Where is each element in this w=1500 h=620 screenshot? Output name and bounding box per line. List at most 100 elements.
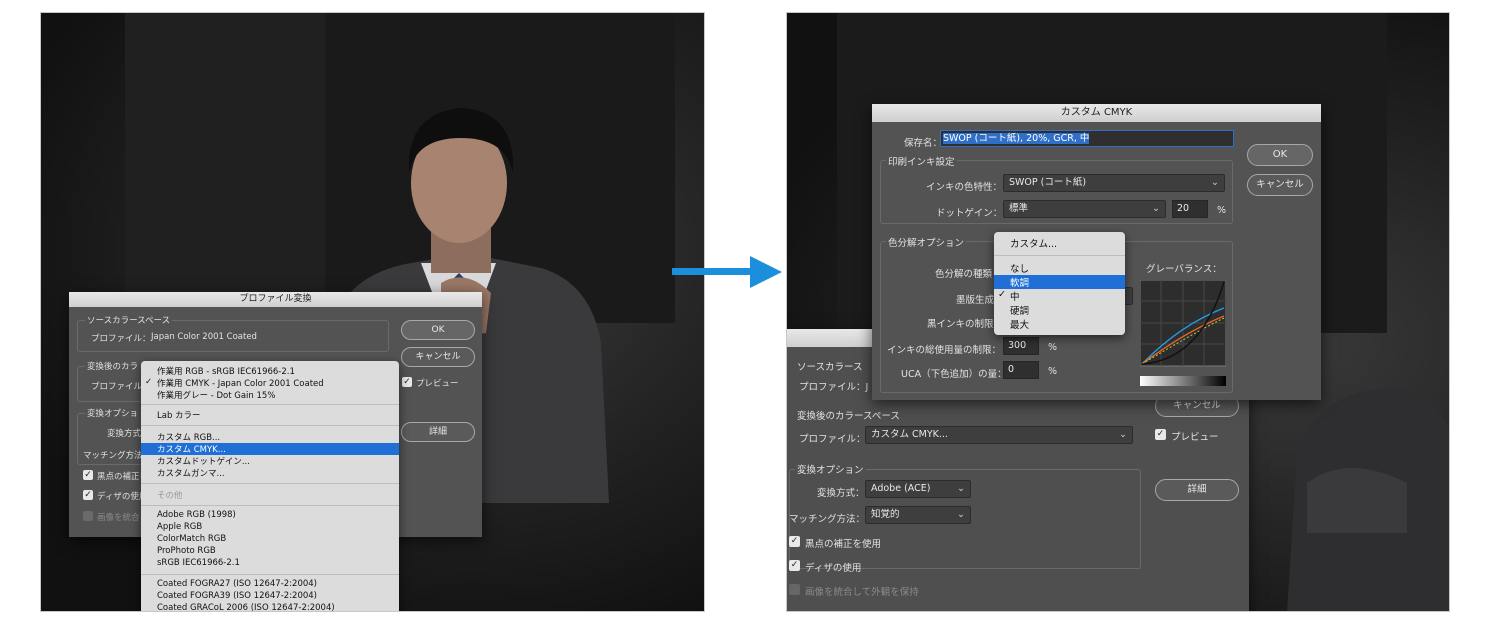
dest-profile-label: プロファイル	[91, 382, 143, 392]
menu-item-fogra39[interactable]: Coated FOGRA39 (ISO 12647-2:2004)	[141, 591, 399, 603]
dot-gain-select[interactable]: 標準 ⌄	[1003, 200, 1166, 218]
behind-dither-label: ディザの使用	[805, 563, 862, 574]
menu-item-working-cmyk[interactable]: ✓ 作業用 CMYK - Japan Color 2001 Coated	[141, 377, 399, 389]
chevron-down-icon: ⌄	[1152, 203, 1160, 214]
menu-item-light[interactable]: 軟調	[994, 275, 1125, 289]
menu-item-heavy[interactable]: 硬調	[994, 303, 1125, 317]
menu-item-lab[interactable]: Lab カラー	[141, 409, 399, 421]
behind-method-select[interactable]: Adobe (ACE) ⌄	[865, 480, 971, 498]
blackpoint-checkbox[interactable]: ✓	[83, 470, 93, 480]
menu-item-medium[interactable]: ✓ 中	[994, 289, 1125, 303]
dither-label: ディザの使用	[97, 492, 148, 502]
behind-flatten-checkbox[interactable]	[789, 584, 800, 595]
arrow-right-icon	[672, 256, 782, 288]
behind-advanced-button[interactable]: 詳細	[1155, 479, 1239, 501]
total-ink-label: インキの総使用量の制限：	[887, 345, 1002, 356]
behind-dest-group: 変換後のカラースペース	[797, 411, 900, 422]
black-gen-label: 墨版生成	[956, 295, 995, 306]
behind-flatten-label: 画像を統合して外観を保持	[805, 587, 919, 598]
profile-dropdown-menu: 作業用 RGB - sRGB IEC61966-2.1 ✓ 作業用 CMYK - …	[141, 361, 399, 611]
dot-gain-label: ドットゲイン：	[936, 208, 1003, 219]
ink-colors-label: インキの色特性：	[926, 182, 1003, 193]
left-screenshot: プロファイル変換 ソースカラースペース プロファイル： Japan Color …	[40, 12, 705, 612]
behind-preview-label: プレビュー	[1171, 432, 1219, 443]
menu-item-custom-dotgain[interactable]: カスタムドットゲイン...	[141, 455, 399, 467]
behind-preview-checkbox[interactable]: ✓	[1155, 429, 1166, 440]
uca-unit: %	[1048, 366, 1058, 377]
total-ink-input[interactable]: 300	[1003, 337, 1039, 355]
options-group-title: 変換オプショ	[85, 407, 141, 419]
source-profile-label: プロファイル：	[91, 334, 151, 344]
behind-intent-label: マッチング方法：	[789, 514, 866, 525]
method-label: 変換方式	[107, 429, 142, 439]
menu-item-apple-rgb[interactable]: Apple RGB	[141, 522, 399, 534]
dialog-title: プロファイル変換	[239, 294, 312, 304]
behind-intent-select[interactable]: 知覚的 ⌄	[865, 506, 971, 524]
menu-separator	[141, 483, 399, 484]
flatten-checkbox[interactable]	[83, 511, 93, 521]
total-ink-unit: %	[1048, 342, 1058, 353]
behind-source-group: ソースカラース	[797, 362, 863, 373]
menu-separator	[141, 505, 399, 506]
menu-item-custom-cmyk[interactable]: カスタム CMYK...	[141, 443, 399, 455]
behind-blackpoint-checkbox[interactable]: ✓	[789, 536, 800, 547]
chevron-down-icon: ⌄	[1119, 429, 1127, 440]
uca-label: UCA（下色追加）の量：	[901, 369, 1007, 380]
name-label: 保存名：	[904, 138, 943, 149]
menu-item-prophoto-rgb[interactable]: ProPhoto RGB	[141, 546, 399, 558]
cancel-button[interactable]: キャンセル	[401, 347, 475, 367]
behind-dest-profile-select[interactable]: カスタム CMYK... ⌄	[865, 426, 1133, 444]
gray-balance-graph	[1140, 280, 1226, 386]
uca-input[interactable]: 0	[1003, 361, 1039, 379]
cancel-button[interactable]: キャンセル	[1247, 174, 1313, 196]
menu-item-adobe-rgb[interactable]: Adobe RGB (1998)	[141, 510, 399, 522]
chevron-down-icon: ⌄	[1211, 177, 1219, 188]
intent-label: マッチング方法	[83, 451, 143, 461]
ink-group-title: 印刷インキ設定	[886, 154, 957, 168]
menu-item-none[interactable]: なし	[994, 261, 1125, 275]
advanced-button[interactable]: 詳細	[401, 422, 475, 442]
black-gen-dropdown-menu: カスタム... なし 軟調 ✓ 中 硬調 最大	[994, 232, 1125, 335]
ok-button[interactable]: OK	[401, 320, 475, 340]
behind-dither-checkbox[interactable]: ✓	[789, 560, 800, 571]
menu-item-custom[interactable]: カスタム...	[994, 236, 1125, 250]
dest-group-title: 変換後のカラ	[85, 360, 141, 372]
menu-item-working-gray[interactable]: 作業用グレー - Dot Gain 15%	[141, 389, 399, 401]
menu-item-custom-rgb[interactable]: カスタム RGB...	[141, 431, 399, 443]
menu-item-srgb[interactable]: sRGB IEC61966-2.1	[141, 558, 399, 570]
menu-item-working-rgb[interactable]: 作業用 RGB - sRGB IEC61966-2.1	[141, 365, 399, 377]
menu-item-maximum[interactable]: 最大	[994, 317, 1125, 331]
behind-blackpoint-label: 黒点の補正を使用	[805, 539, 882, 550]
menu-item-fogra27[interactable]: Coated FOGRA27 (ISO 12647-2:2004)	[141, 579, 399, 591]
separation-group-title: 色分解オプション	[886, 235, 967, 249]
dialog-title: カスタム CMYK	[1060, 107, 1133, 118]
ok-button[interactable]: OK	[1247, 144, 1313, 166]
menu-item-custom-gamma[interactable]: カスタムガンマ...	[141, 467, 399, 479]
chevron-down-icon: ⌄	[957, 509, 965, 520]
preview-label: プレビュー	[416, 379, 459, 389]
menu-separator	[141, 425, 399, 426]
menu-item-colormatch-rgb[interactable]: ColorMatch RGB	[141, 534, 399, 546]
ink-colors-select[interactable]: SWOP (コート紙) ⌄	[1003, 174, 1225, 192]
menu-item-other: その他	[157, 491, 183, 501]
dialog-title-bar: カスタム CMYK	[872, 104, 1321, 122]
dither-checkbox[interactable]: ✓	[83, 490, 93, 500]
preview-checkbox[interactable]: ✓	[402, 377, 412, 387]
behind-options-group-title: 変換オプション	[795, 462, 866, 476]
behind-method-label: 変換方式：	[817, 488, 865, 499]
source-profile-value: Japan Color 2001 Coated	[151, 332, 257, 342]
menu-item-gracol[interactable]: Coated GRACoL 2006 (ISO 12647-2:2004)	[141, 603, 399, 611]
source-group-title: ソースカラースペース	[85, 314, 173, 326]
menu-separator	[994, 255, 1125, 256]
behind-dest-profile-label: プロファイル：	[799, 434, 866, 445]
sep-type-label: 色分解の種類	[935, 269, 993, 280]
black-limit-label: 黒インキの制限	[927, 319, 994, 330]
gray-balance-label: グレーバランス：	[1146, 264, 1222, 275]
menu-separator	[141, 404, 399, 405]
name-input[interactable]: SWOP (コート紙), 20%, GCR, 中	[940, 130, 1234, 147]
chevron-down-icon: ⌄	[957, 483, 965, 494]
dialog-title-bar: プロファイル変換	[69, 292, 482, 307]
dot-gain-input[interactable]: 20	[1172, 200, 1208, 218]
check-icon: ✓	[145, 377, 153, 387]
dot-gain-unit: %	[1217, 205, 1227, 216]
